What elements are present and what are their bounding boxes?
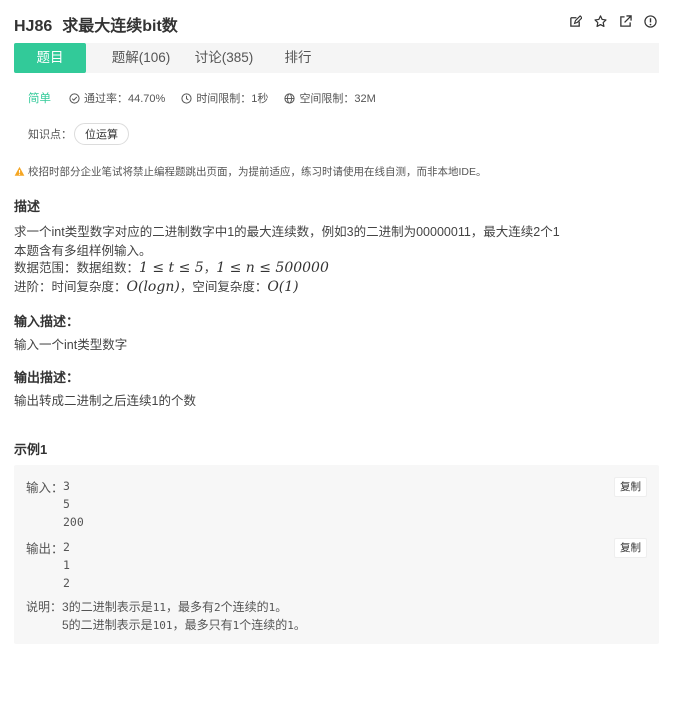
range-t-formula: 1 ≤ t ≤ 5 — [139, 260, 204, 276]
example-output-line: 1 — [63, 558, 70, 572]
knowledge-tag[interactable]: 位运算 — [74, 123, 129, 145]
note-text: 3的二进制表示是 — [62, 600, 153, 614]
warning-icon — [14, 166, 25, 176]
note-text: ，最多只有 — [172, 618, 233, 632]
check-circle-icon — [69, 92, 80, 104]
complexity: 进阶：时间复杂度：O(logn)，空间复杂度：O(1) — [14, 276, 299, 295]
tab-solutions[interactable]: 题解(106) — [106, 43, 176, 73]
example-note-line-1: 说明：3的二进制表示是11，最多有2个连续的1。 — [26, 598, 287, 615]
clock-icon — [181, 92, 192, 104]
tab-discussion[interactable]: 讨论(385) — [188, 43, 260, 73]
problem-meta: 简单 通过率：44.70% 时间限制：1秒 空间限制：32M — [28, 90, 392, 106]
pass-rate-text: 通过率：44.70% — [84, 93, 166, 105]
knowledge-points: 知识点： 位运算 — [28, 123, 129, 145]
example-input-line: 5 — [63, 497, 70, 511]
info-icon[interactable] — [644, 15, 657, 28]
range-n-formula: 1 ≤ n ≤ 500000 — [216, 260, 329, 276]
note-text: 。 — [275, 600, 288, 614]
space-complexity-formula: O(1) — [267, 279, 299, 295]
description-heading: 描述 — [14, 199, 41, 214]
data-range: 数据范围：数据组数：1 ≤ t ≤ 5，1 ≤ n ≤ 500000 — [14, 257, 329, 276]
tab-problem[interactable]: 题目 — [14, 43, 86, 73]
problem-name: 求最大连续bit数 — [62, 18, 178, 35]
warning-notice: 校招时部分企业笔试将禁止编程题跳出页面，为提前适应，练习时请使用在线自测，而非本… — [14, 164, 487, 179]
example-input-label: 输入： — [26, 481, 64, 495]
space-limit-text: 空间限制：32M — [299, 93, 376, 105]
note-text: 5的二进制表示是 — [62, 618, 153, 632]
difficulty-badge: 简单 — [28, 93, 51, 105]
tab-ranking[interactable]: 排行 — [276, 43, 320, 73]
note-code: 1 — [287, 619, 294, 632]
time-limit-text: 时间限制：1秒 — [196, 93, 269, 105]
example-output-line: 2 — [63, 576, 70, 590]
output-desc-text: 输出转成二进制之后连续1的个数 — [14, 394, 196, 408]
note-text: 个连续的 — [239, 618, 288, 632]
example-box: 输入： 3 5 200 复制 输出： 2 1 2 复制 说明：3的二进制表示是1… — [14, 465, 659, 644]
note-code: 101 — [152, 619, 173, 632]
complexity-label: 进阶：时间复杂度： — [14, 280, 127, 294]
copy-input-button[interactable]: 复制 — [614, 477, 647, 497]
note-text: 个连续的 — [220, 600, 269, 614]
output-desc-heading: 输出描述： — [14, 370, 80, 385]
input-desc-text: 输入一个int类型数字 — [14, 338, 128, 352]
note-text: 。 — [293, 618, 306, 632]
data-range-label: 数据范围：数据组数： — [14, 261, 140, 275]
example-note-line-2: 5的二进制表示是101，最多只有1个连续的1。 — [26, 616, 306, 633]
example-output-label: 输出： — [26, 542, 64, 556]
complexity-mid: ，空间复杂度： — [179, 280, 268, 294]
edit-icon[interactable] — [569, 15, 582, 28]
problem-header: HJ86 求最大连续bit数 — [0, 0, 679, 44]
note-label: 说明： — [26, 600, 63, 614]
star-icon[interactable] — [594, 15, 607, 28]
header-actions — [569, 15, 657, 28]
globe-icon — [284, 92, 296, 104]
note-text: ，最多有 — [165, 600, 214, 614]
description-line-1: 求一个int类型数字对应的二进制数字中1的最大连续数，例如3的二进制为00000… — [14, 225, 560, 239]
warning-text: 校招时部分企业笔试将禁止编程题跳出页面，为提前适应，练习时请使用在线自测，而非本… — [28, 166, 487, 178]
example-input-line: 3 — [63, 479, 70, 493]
example-input-line: 200 — [63, 515, 84, 529]
note-code: 11 — [152, 601, 166, 614]
tab-bar: 题目 题解(106) 讨论(385) 排行 — [14, 43, 659, 73]
time-complexity-formula: O(logn) — [126, 279, 180, 295]
problem-id: HJ86 — [14, 18, 53, 35]
knowledge-label: 知识点： — [28, 129, 72, 141]
example-output-line: 2 — [63, 540, 70, 554]
note-code: 2 — [213, 601, 221, 614]
scroll-indicator[interactable]: ⋮ — [675, 415, 679, 426]
space-limit: 空间限制：32M — [284, 90, 376, 106]
time-limit: 时间限制：1秒 — [181, 90, 268, 106]
pass-rate: 通过率：44.70% — [69, 90, 165, 106]
example-heading: 示例1 — [14, 442, 48, 457]
share-icon[interactable] — [619, 15, 632, 28]
problem-title: HJ86 求最大连续bit数 — [14, 12, 178, 36]
input-desc-heading: 输入描述： — [14, 314, 80, 329]
copy-output-button[interactable]: 复制 — [614, 538, 647, 558]
range-separator: ， — [203, 261, 217, 275]
